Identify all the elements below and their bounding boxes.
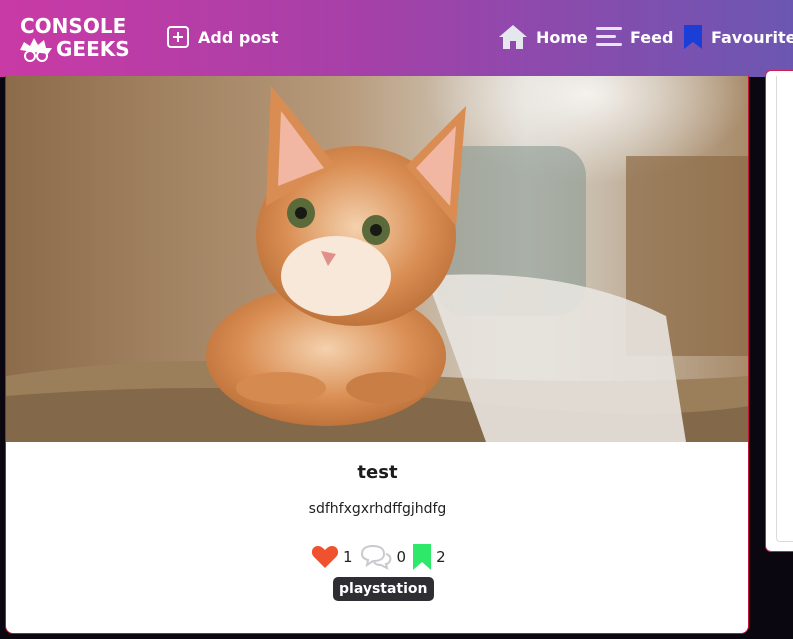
brand-line1: CONSOLE — [20, 14, 127, 38]
nav-feed-label: Feed — [630, 27, 674, 47]
post-body: sdfhfxgxrhdffgjhdfg — [308, 501, 447, 517]
nav-feed[interactable]: Feed — [596, 22, 673, 52]
nav-home[interactable]: Home — [498, 22, 588, 52]
comment-count: 0 — [396, 548, 407, 566]
heart-icon[interactable] — [311, 545, 339, 569]
bookmark-count: 2 — [436, 548, 446, 566]
top-navbar: CONSOLE GEEKS Add post Home Feed Favouri… — [0, 0, 793, 77]
nav-home-label: Home — [536, 27, 588, 47]
nav-add-post[interactable]: Add post — [166, 22, 278, 52]
house-icon — [498, 24, 528, 50]
post-card: test sdfhfxgxrhdffgjhdfg 1 0 2 playstati… — [5, 76, 749, 634]
brand-line2: GEEKS — [56, 37, 130, 61]
brand-logo[interactable]: CONSOLE GEEKS — [16, 12, 136, 64]
nav-favourites[interactable]: Favourites — [683, 22, 793, 52]
like-count: 1 — [343, 548, 353, 566]
bookmark-icon[interactable] — [412, 543, 432, 571]
nav-favourites-label: Favourites — [711, 27, 793, 47]
post-tag[interactable]: playstation — [333, 577, 434, 601]
geek-mascot-icon — [20, 38, 52, 62]
comments-icon[interactable] — [359, 544, 393, 570]
post-title[interactable]: test — [6, 462, 748, 483]
hamburger-icon — [596, 26, 622, 48]
bookmark-icon — [683, 24, 703, 50]
post-stats: 1 0 2 — [311, 542, 452, 572]
nav-add-post-label: Add post — [198, 27, 279, 47]
post-image[interactable] — [6, 76, 749, 442]
side-panel-inner — [776, 76, 793, 542]
plus-square-icon — [166, 25, 190, 49]
